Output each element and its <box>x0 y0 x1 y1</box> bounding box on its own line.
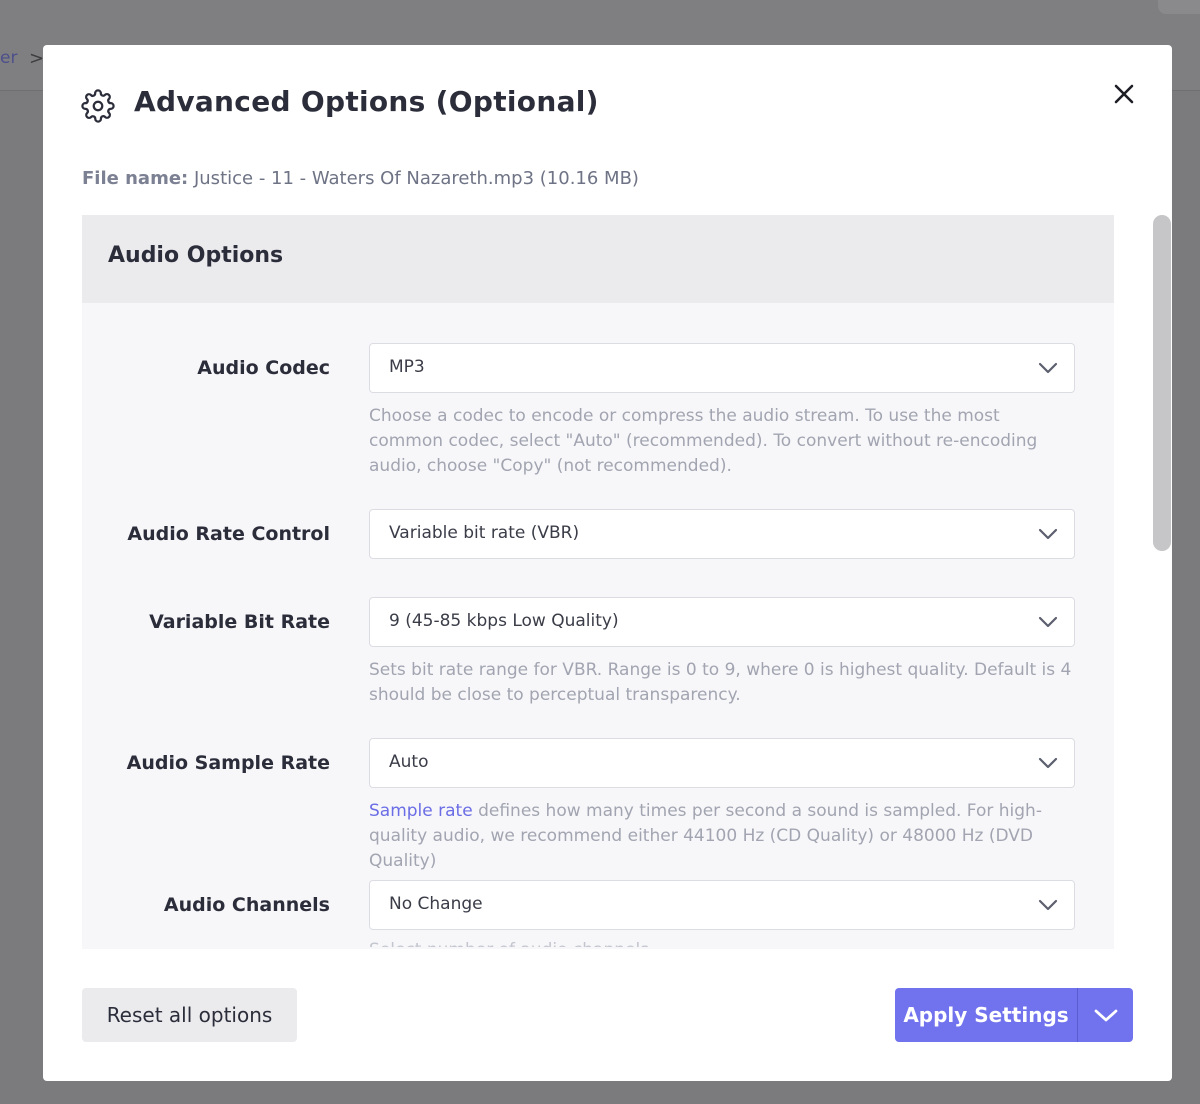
chevron-down-icon <box>1038 362 1058 374</box>
audio-sample-rate-value: Auto <box>389 752 429 772</box>
audio-sample-rate-label: Audio Sample Rate <box>126 752 330 774</box>
modal-title: Advanced Options (Optional) <box>134 85 599 118</box>
audio-channels-label: Audio Channels <box>163 894 330 916</box>
sample-rate-link[interactable]: Sample rate <box>369 801 473 821</box>
audio-sample-rate-select[interactable]: Auto <box>369 738 1075 788</box>
variable-bit-rate-label: Variable Bit Rate <box>149 611 330 633</box>
close-button[interactable] <box>1109 79 1139 109</box>
audio-codec-help: Choose a codec to encode or compress the… <box>369 406 1038 476</box>
audio-codec-select[interactable]: MP3 <box>369 343 1075 393</box>
audio-rate-control-select[interactable]: Variable bit rate (VBR) <box>369 509 1075 559</box>
panel-scrollbar[interactable] <box>1153 215 1171 551</box>
chevron-down-icon <box>1038 528 1058 540</box>
audio-sample-rate-help: Sample rate defines how many times per s… <box>369 799 1075 874</box>
audio-rate-control-label: Audio Rate Control <box>127 523 330 545</box>
audio-options-heading: Audio Options <box>82 215 1114 303</box>
apply-settings-dropdown-button[interactable] <box>1078 988 1133 1042</box>
audio-channels-select[interactable]: No Change <box>369 880 1075 930</box>
chevron-down-icon <box>1038 616 1058 628</box>
chevron-down-icon <box>1038 757 1058 769</box>
close-icon <box>1114 84 1134 104</box>
file-name-line: File name: Justice - 11 - Waters Of Naza… <box>82 168 639 189</box>
apply-settings-split-button: Apply Settings <box>895 988 1133 1042</box>
file-name-value: Justice - 11 - Waters Of Nazareth.mp3 (1… <box>193 168 639 189</box>
audio-codec-value: MP3 <box>389 357 425 377</box>
variable-bit-rate-value: 9 (45-85 kbps Low Quality) <box>389 611 619 631</box>
audio-channels-help: Select number of audio channels <box>369 940 649 947</box>
audio-options-panel: Audio Options Audio Codec MP3 Choose a c… <box>82 215 1114 949</box>
background-top-control <box>1158 0 1200 14</box>
gear-icon <box>81 89 115 123</box>
file-name-label: File name: <box>82 168 189 189</box>
audio-channels-value: No Change <box>389 894 483 914</box>
chevron-down-icon <box>1038 899 1058 911</box>
audio-codec-label: Audio Codec <box>197 357 330 379</box>
variable-bit-rate-select[interactable]: 9 (45-85 kbps Low Quality) <box>369 597 1075 647</box>
background-breadcrumb: er <box>0 48 18 68</box>
chevron-down-icon <box>1094 1009 1117 1022</box>
reset-all-options-button[interactable]: Reset all options <box>82 988 297 1042</box>
apply-settings-button[interactable]: Apply Settings <box>895 988 1077 1042</box>
background-breadcrumb-separator: > <box>29 48 45 69</box>
audio-rate-control-value: Variable bit rate (VBR) <box>389 523 580 543</box>
advanced-options-modal: Advanced Options (Optional) File name: J… <box>43 45 1172 1081</box>
variable-bit-rate-help: Sets bit rate range for VBR. Range is 0 … <box>369 660 1072 705</box>
